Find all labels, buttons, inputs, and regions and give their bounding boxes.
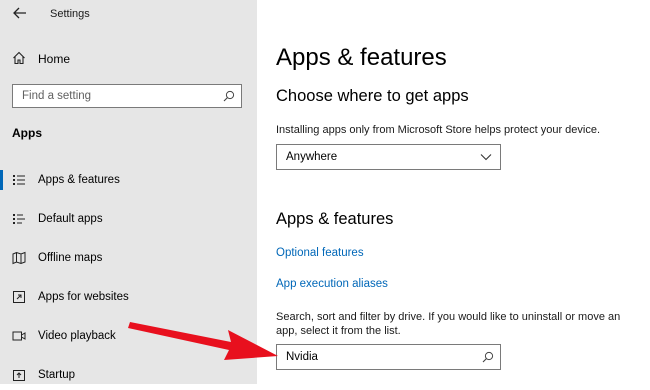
- sidebar-item-apps-features[interactable]: Apps & features: [0, 165, 257, 195]
- sidebar-item-label: Apps for websites: [38, 291, 129, 303]
- home-icon: [13, 51, 25, 65]
- window-title: Settings: [50, 8, 90, 20]
- sidebar-item-default-apps[interactable]: Default apps: [0, 204, 257, 234]
- selected-indicator: [0, 170, 3, 190]
- back-arrow-icon: [13, 7, 26, 19]
- search-description-line2: app, select it from the list.: [276, 325, 401, 337]
- sidebar-item-label: Startup: [38, 369, 76, 381]
- sidebar-item-label: Apps & features: [38, 174, 120, 186]
- section-heading: Apps: [12, 126, 42, 140]
- apps-features-heading: Apps & features: [276, 210, 394, 228]
- search-icon[interactable]: [482, 351, 494, 363]
- choose-apps-heading: Choose where to get apps: [276, 87, 469, 105]
- video-playback-icon: [12, 331, 26, 341]
- choose-apps-description: Installing apps only from Microsoft Stor…: [276, 124, 601, 136]
- main-content: Apps & features Choose where to get apps…: [257, 0, 650, 384]
- app-list-search-input[interactable]: [277, 345, 481, 369]
- page-title: Apps & features: [276, 44, 447, 71]
- sidebar: Settings Home Apps Apps & features: [0, 0, 257, 384]
- sidebar-item-label: Offline maps: [38, 252, 103, 264]
- default-apps-icon: [13, 214, 25, 224]
- dropdown-value: Anywhere: [286, 151, 338, 163]
- sidebar-item-label: Video playback: [38, 330, 116, 342]
- sidebar-item-video-playback[interactable]: Video playback: [0, 321, 257, 351]
- chevron-down-icon: [480, 154, 492, 161]
- sidebar-item-startup[interactable]: Startup: [0, 360, 257, 390]
- settings-search-box[interactable]: [12, 84, 242, 108]
- optional-features-link[interactable]: Optional features: [276, 247, 364, 259]
- offline-maps-icon: [12, 251, 26, 265]
- title-bar: Settings: [0, 0, 257, 28]
- settings-search-input[interactable]: [13, 85, 222, 107]
- apps-features-icon: [13, 175, 25, 185]
- app-list-search-box[interactable]: [276, 344, 501, 370]
- back-button[interactable]: [8, 3, 32, 23]
- sidebar-item-home[interactable]: Home: [0, 47, 257, 71]
- sidebar-item-apps-for-websites[interactable]: Apps for websites: [0, 282, 257, 312]
- sidebar-item-offline-maps[interactable]: Offline maps: [0, 243, 257, 273]
- app-execution-aliases-link[interactable]: App execution aliases: [276, 278, 388, 290]
- apps-for-websites-icon: [13, 291, 25, 303]
- sidebar-item-label: Default apps: [38, 213, 103, 225]
- startup-icon: [13, 370, 25, 381]
- app-source-dropdown[interactable]: Anywhere: [276, 144, 501, 170]
- search-icon[interactable]: [223, 90, 235, 102]
- search-description-line1: Search, sort and filter by drive. If you…: [276, 311, 621, 323]
- sidebar-item-label: Home: [38, 52, 71, 66]
